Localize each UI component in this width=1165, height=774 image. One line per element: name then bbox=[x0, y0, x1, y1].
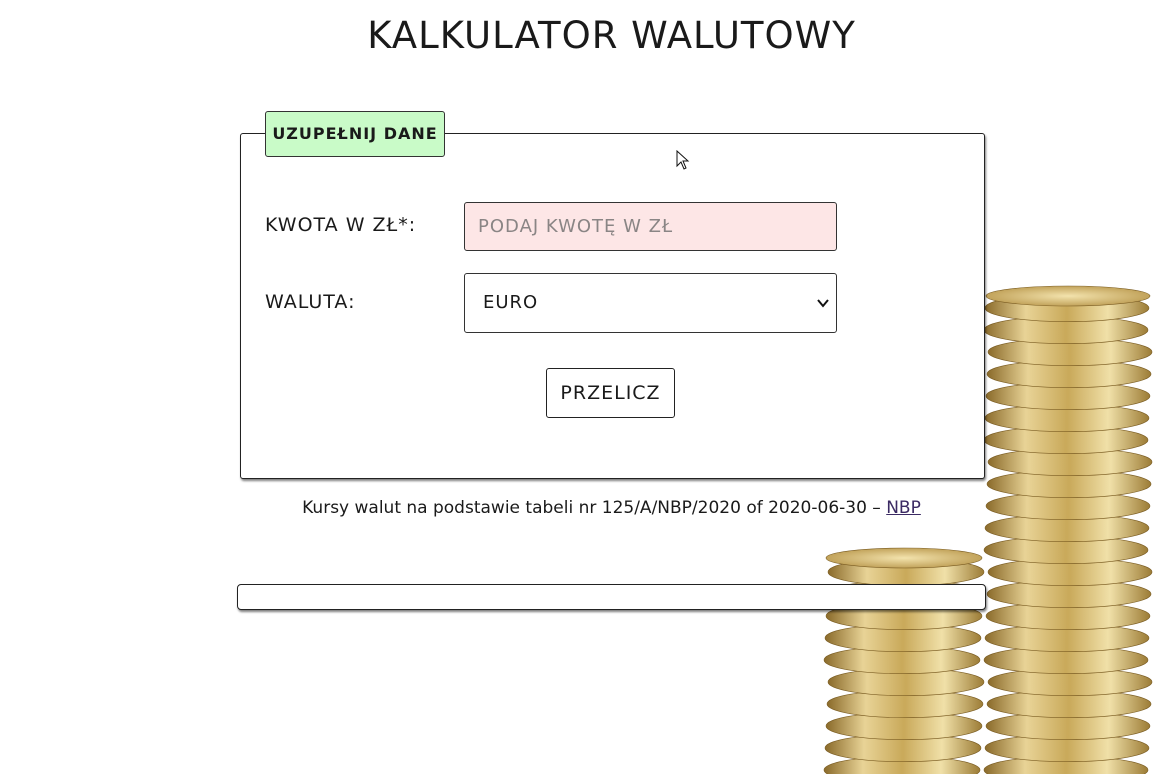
result-box bbox=[237, 584, 986, 610]
page: KALKULATOR WALUTOWY UZUPEŁNIJ DANE KWOTA… bbox=[0, 0, 1165, 774]
coin bbox=[983, 316, 1149, 344]
coin bbox=[985, 382, 1151, 410]
coin bbox=[826, 690, 984, 718]
coin bbox=[985, 602, 1151, 630]
rates-source-text: Kursy walut na podstawie tabeli nr 125/A… bbox=[302, 498, 887, 518]
rates-source-note: Kursy walut na podstawie tabeli nr 125/A… bbox=[0, 498, 1165, 518]
coin bbox=[985, 712, 1151, 740]
coin bbox=[984, 734, 1150, 762]
amount-input[interactable] bbox=[464, 202, 837, 251]
currency-label: WALUTA: bbox=[265, 291, 356, 313]
form-legend: UZUPEŁNIJ DANE bbox=[265, 111, 445, 157]
coin bbox=[986, 470, 1152, 498]
page-title: KALKULATOR WALUTOWY bbox=[367, 14, 856, 57]
coin bbox=[987, 558, 1153, 586]
currency-selected-value: EURO bbox=[483, 292, 539, 313]
chevron-down-icon bbox=[817, 299, 829, 308]
mouse-cursor-icon bbox=[676, 150, 690, 170]
short-coin-stack bbox=[823, 547, 985, 774]
coin bbox=[983, 426, 1149, 454]
coin bbox=[824, 624, 982, 652]
coin bbox=[987, 668, 1153, 696]
amount-label: KWOTA W ZŁ*: bbox=[265, 214, 417, 236]
coin bbox=[823, 646, 981, 674]
coin-top bbox=[825, 547, 983, 569]
tall-coin-stack bbox=[983, 285, 1153, 774]
coin bbox=[986, 580, 1152, 608]
coin bbox=[984, 294, 1150, 322]
coin bbox=[987, 338, 1153, 366]
currency-select[interactable]: EURO bbox=[464, 273, 837, 333]
convert-button[interactable]: PRZELICZ bbox=[546, 368, 675, 418]
coin bbox=[823, 756, 981, 774]
coin bbox=[984, 624, 1150, 652]
coin bbox=[825, 712, 983, 740]
coin bbox=[987, 448, 1153, 476]
coin bbox=[984, 514, 1150, 542]
coin bbox=[986, 360, 1152, 388]
coin bbox=[984, 404, 1150, 432]
coin bbox=[986, 690, 1152, 718]
coin-top bbox=[985, 285, 1151, 307]
coin bbox=[983, 646, 1149, 674]
coin bbox=[827, 558, 985, 586]
coin bbox=[983, 536, 1149, 564]
coin bbox=[827, 668, 985, 696]
nbp-link[interactable]: NBP bbox=[886, 498, 921, 518]
coin bbox=[824, 734, 982, 762]
coin bbox=[983, 756, 1149, 774]
